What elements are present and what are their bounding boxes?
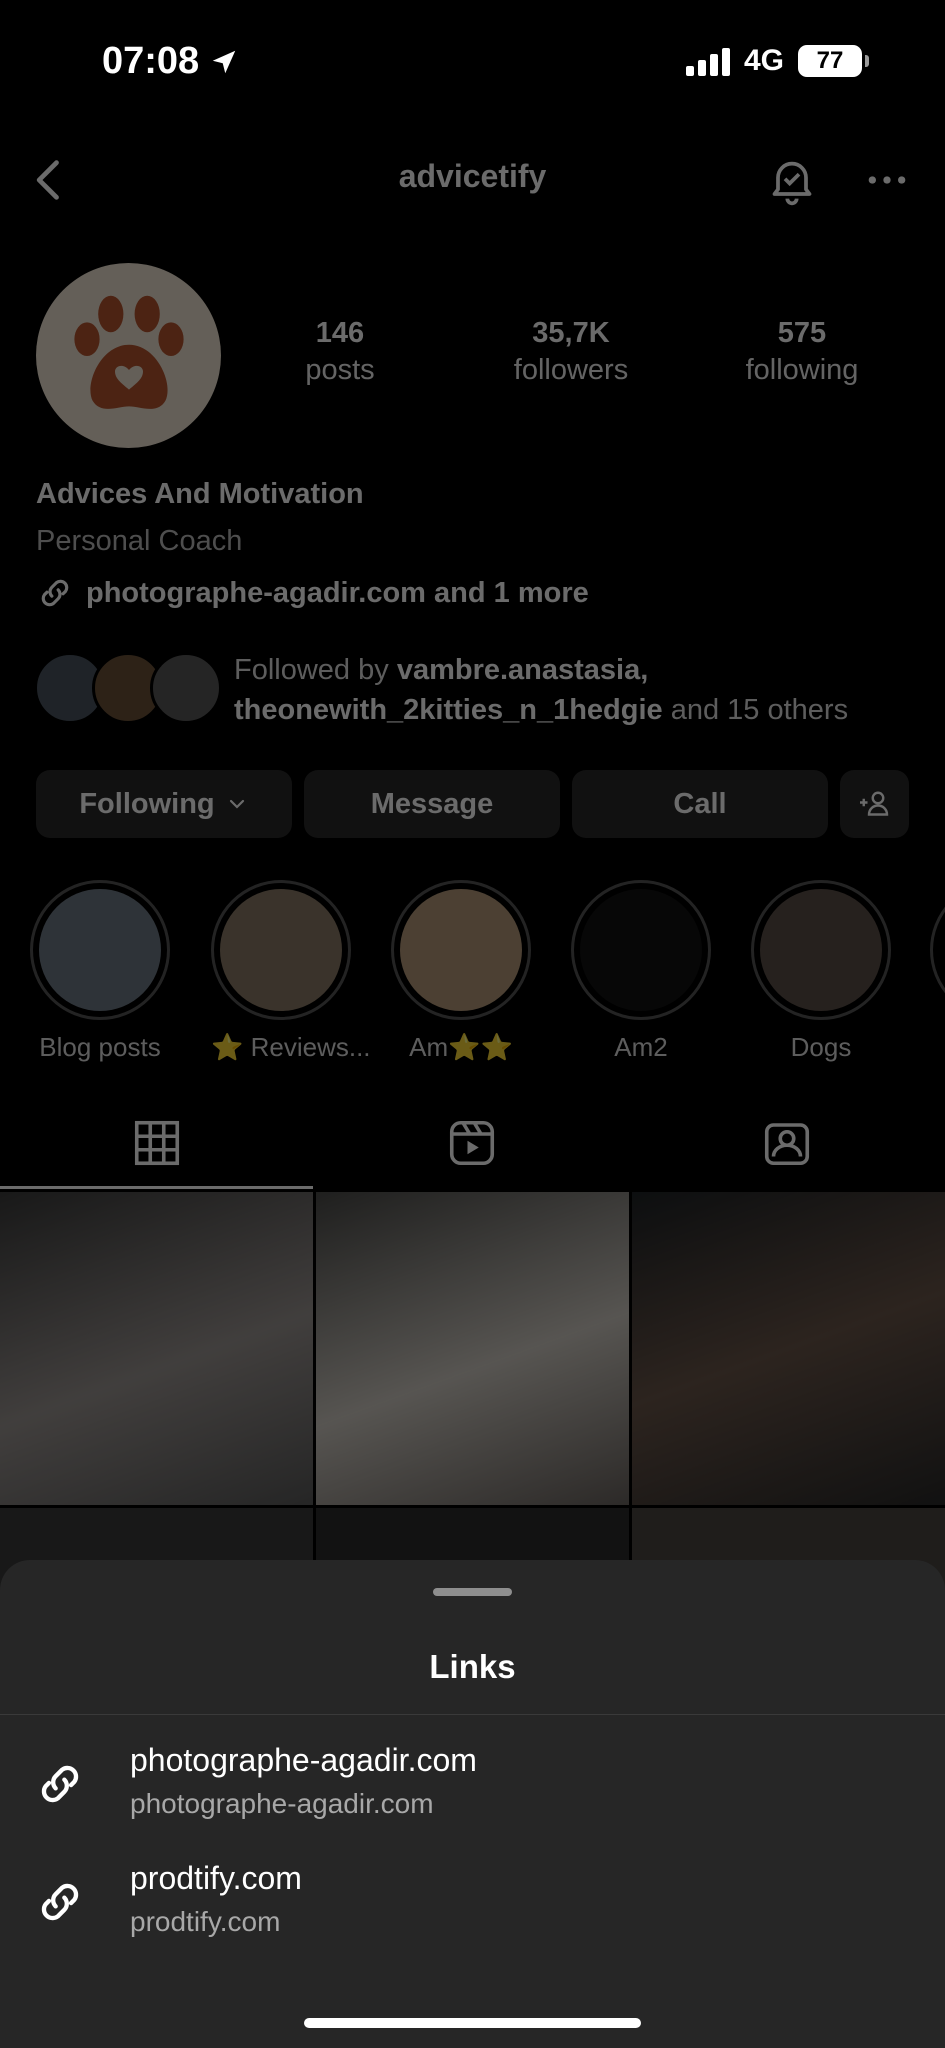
highlight-item[interactable]: Dogs bbox=[751, 880, 891, 1063]
top-nav: advicetify bbox=[0, 140, 945, 220]
call-button[interactable]: Call bbox=[572, 770, 828, 838]
followed-by-suffix: and 15 others bbox=[662, 694, 849, 726]
following-count: 575 bbox=[777, 317, 827, 349]
profile-header: 146 posts 35,7K followers 575 following bbox=[36, 263, 909, 448]
link-url: photographe-agadir.com bbox=[130, 1788, 434, 1819]
home-indicator[interactable] bbox=[304, 2018, 641, 2028]
paw-icon bbox=[73, 295, 184, 409]
posts-count: 146 bbox=[315, 317, 365, 349]
sheet-grabber[interactable] bbox=[433, 1588, 512, 1596]
followed-by[interactable]: Followed by vambre.anastasia, theonewith… bbox=[34, 650, 848, 730]
posts-stat[interactable]: 146 posts bbox=[250, 317, 430, 387]
link-icon bbox=[41, 579, 69, 607]
grid-icon[interactable] bbox=[130, 1116, 184, 1170]
followed-user-2[interactable]: theonewith_2kitties_n_1hedgie bbox=[234, 694, 663, 726]
profile-actions: Following Message Call bbox=[36, 770, 909, 838]
bio-link[interactable]: photographe-agadir.com and 1 more bbox=[36, 574, 589, 612]
following-stat[interactable]: 575 following bbox=[712, 317, 892, 387]
profile-category: Personal Coach bbox=[36, 525, 243, 557]
highlight-item[interactable]: Am2 bbox=[571, 880, 711, 1063]
status-indicators: 4G 77 bbox=[685, 44, 869, 78]
highlight-item[interactable]: ⭐ Reviews... bbox=[211, 880, 371, 1063]
add-person-icon bbox=[859, 791, 888, 816]
post-thumbnail[interactable] bbox=[632, 1192, 945, 1505]
highlight-ring bbox=[30, 880, 170, 1020]
followed-by-prefix: Followed by bbox=[234, 654, 397, 686]
location-arrow-icon bbox=[212, 50, 236, 73]
network-label: 4G bbox=[743, 44, 784, 77]
sheet-divider bbox=[0, 1714, 945, 1715]
bio-link-label: photographe-agadir.com and 1 more bbox=[86, 576, 589, 609]
message-button-label: Message bbox=[370, 787, 494, 820]
status-bar: 07:08 4G 77 bbox=[0, 0, 945, 120]
avatar[interactable] bbox=[36, 263, 221, 448]
highlight-label: Blog posts bbox=[39, 1032, 161, 1062]
following-label: following bbox=[745, 354, 859, 386]
highlight-cover bbox=[580, 889, 702, 1011]
link-icon bbox=[41, 1883, 79, 1921]
followed-user-1[interactable]: vambre.anastasia, bbox=[397, 654, 648, 686]
highlight-label: Am⭐⭐ bbox=[409, 1032, 513, 1062]
message-button[interactable]: Message bbox=[304, 770, 560, 838]
highlight-ring bbox=[930, 880, 945, 1020]
link-icon bbox=[41, 1765, 79, 1803]
highlight-ring bbox=[211, 880, 351, 1020]
links-sheet: Links photographe-agadir.com photographe… bbox=[0, 1560, 945, 2048]
highlight-ring bbox=[571, 880, 711, 1020]
highlight-ring bbox=[391, 880, 531, 1020]
highlight-cover bbox=[39, 889, 161, 1011]
battery-icon: 77 bbox=[798, 45, 869, 77]
sheet-title: Links bbox=[429, 1648, 516, 1685]
call-button-label: Call bbox=[673, 787, 727, 820]
bio: Advices And Motivation Personal Coach ph… bbox=[36, 478, 589, 612]
tagged-icon[interactable] bbox=[760, 1116, 814, 1170]
highlight-label: Am2 bbox=[614, 1032, 668, 1062]
link-title: prodtify.com bbox=[130, 1860, 302, 1896]
highlight-label: ⭐ Reviews... bbox=[211, 1032, 371, 1062]
mutual-avatars bbox=[34, 652, 224, 728]
link-item[interactable]: photographe-agadir.com photographe-agadi… bbox=[0, 1730, 945, 1838]
reels-icon[interactable] bbox=[445, 1116, 499, 1170]
highlight-cover bbox=[400, 889, 522, 1011]
active-tab-indicator bbox=[0, 1186, 313, 1189]
highlight-item[interactable] bbox=[930, 880, 945, 1020]
post-thumbnail[interactable] bbox=[0, 1192, 313, 1505]
following-button-label: Following bbox=[79, 787, 215, 820]
signal-icon bbox=[685, 46, 730, 76]
battery-level: 77 bbox=[816, 47, 844, 74]
mutual-avatar bbox=[150, 652, 222, 724]
chevron-down-icon bbox=[229, 799, 244, 809]
suggest-people-button[interactable] bbox=[840, 770, 909, 838]
profile-tabs bbox=[0, 1110, 945, 1190]
notification-bell-icon[interactable] bbox=[764, 152, 820, 208]
story-highlights: Blog posts ⭐ Reviews... Am⭐⭐ Am2 Dogs bbox=[30, 880, 945, 1063]
highlight-ring bbox=[751, 880, 891, 1020]
link-item[interactable]: prodtify.com prodtify.com bbox=[0, 1848, 945, 1956]
followers-count: 35,7K bbox=[532, 317, 610, 349]
followers-label: followers bbox=[513, 354, 629, 386]
highlight-cover bbox=[220, 889, 342, 1011]
posts-label: posts bbox=[305, 354, 375, 386]
link-url: prodtify.com bbox=[130, 1906, 281, 1937]
post-thumbnail[interactable] bbox=[316, 1192, 629, 1505]
followers-stat[interactable]: 35,7K followers bbox=[481, 317, 661, 387]
highlight-item[interactable]: Blog posts bbox=[30, 880, 170, 1063]
highlight-label: Dogs bbox=[790, 1032, 852, 1062]
clock-label: 07:08 bbox=[102, 40, 200, 82]
following-button[interactable]: Following bbox=[36, 770, 292, 838]
link-title: photographe-agadir.com bbox=[130, 1742, 477, 1778]
profile-name: Advices And Motivation bbox=[36, 478, 364, 510]
followed-by-text: Followed by vambre.anastasia, theonewith… bbox=[234, 650, 848, 730]
highlight-item[interactable]: Am⭐⭐ bbox=[391, 880, 531, 1063]
more-options-icon[interactable] bbox=[865, 162, 909, 198]
status-time: 07:08 bbox=[102, 40, 239, 83]
highlight-cover bbox=[760, 889, 882, 1011]
